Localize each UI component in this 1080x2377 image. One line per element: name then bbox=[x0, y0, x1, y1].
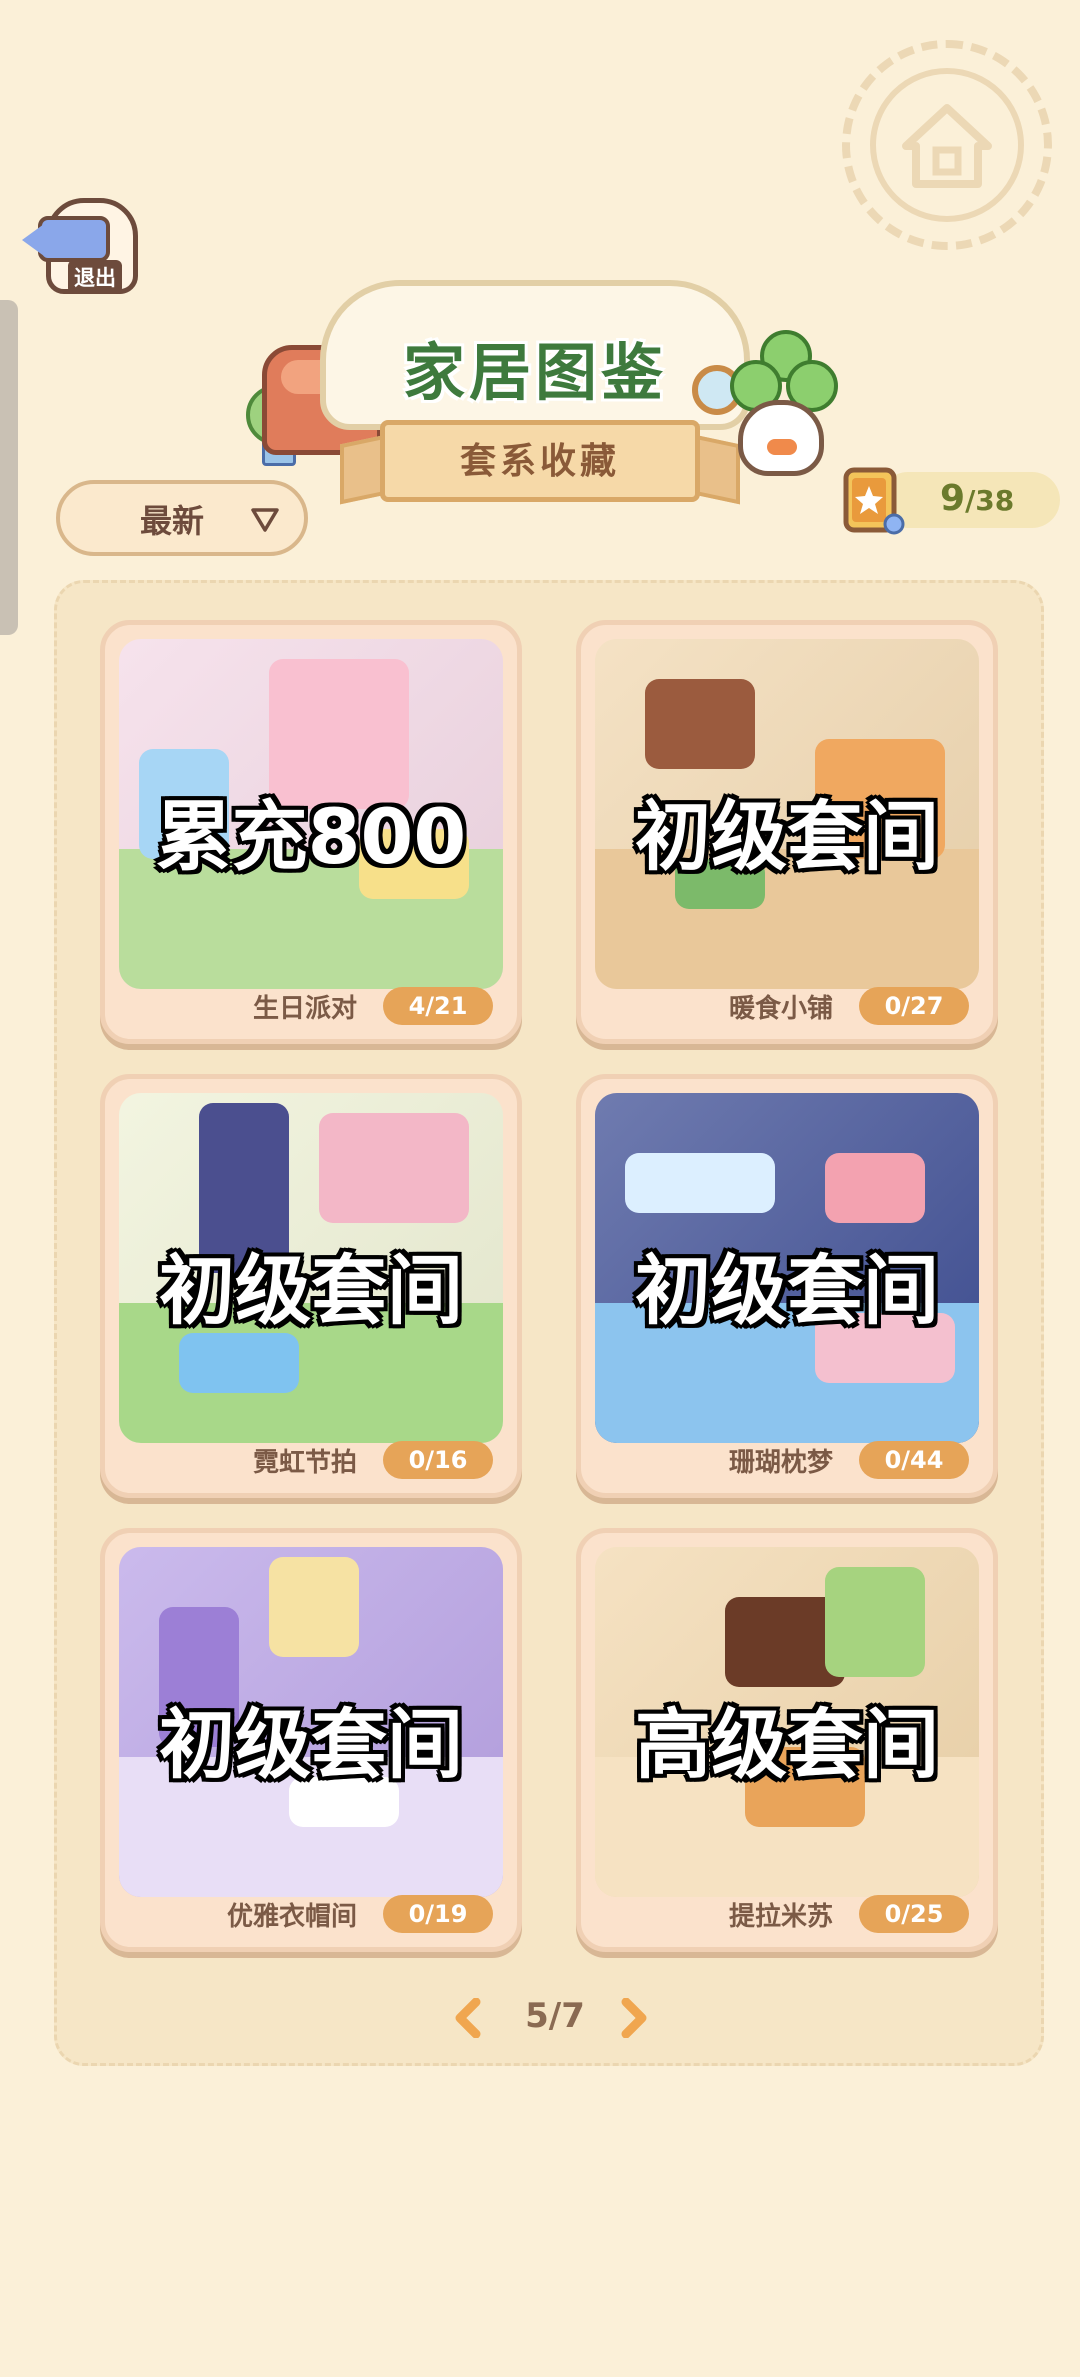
page-indicator: 5/7 bbox=[525, 1996, 585, 2036]
next-page-arrow-icon[interactable] bbox=[618, 1998, 650, 2038]
set-card[interactable]: 初级套间 暖食小铺 0/27 bbox=[576, 620, 998, 1044]
set-card-name: 提拉米苏 bbox=[728, 1902, 833, 1932]
chick-mascot-icon bbox=[738, 400, 824, 476]
album-book-icon bbox=[843, 467, 905, 535]
exit-label: 退出 bbox=[68, 260, 122, 294]
exit-button[interactable]: 退出 bbox=[22, 190, 146, 302]
set-card-name: 暖食小铺 bbox=[728, 994, 833, 1024]
set-card-progress: 0/44 bbox=[859, 1441, 969, 1479]
set-card-tag: 累充800 bbox=[155, 792, 467, 881]
page-subtitle: 套系收藏 bbox=[459, 441, 620, 482]
set-card-progress: 0/25 bbox=[859, 1895, 969, 1933]
set-card-progress: 0/16 bbox=[383, 1441, 493, 1479]
set-card-tag: 高级套间 bbox=[635, 1700, 939, 1789]
set-card[interactable]: 累充800 生日派对 4/21 bbox=[100, 620, 522, 1044]
set-card-name: 珊瑚枕梦 bbox=[728, 1448, 833, 1478]
previous-page-arrow-icon[interactable] bbox=[452, 1998, 484, 2038]
set-card-progress: 0/19 bbox=[383, 1895, 493, 1933]
page-title: 家居图鉴 bbox=[402, 336, 667, 409]
back-arrow-icon bbox=[22, 216, 110, 262]
collection-count: 9/38 bbox=[940, 478, 1014, 519]
home-icon[interactable] bbox=[842, 40, 1052, 250]
sort-selected-label: 最新 bbox=[140, 502, 205, 540]
set-card-name: 生日派对 bbox=[252, 994, 357, 1024]
chevron-down-icon bbox=[251, 508, 279, 532]
set-card-tag: 初级套间 bbox=[159, 1246, 463, 1335]
set-card[interactable]: 初级套间 霓虹节拍 0/16 bbox=[100, 1074, 522, 1498]
set-card-name: 优雅衣帽间 bbox=[226, 1902, 357, 1932]
set-card[interactable]: 初级套间 优雅衣帽间 0/19 bbox=[100, 1528, 522, 1952]
set-card-progress: 0/27 bbox=[859, 987, 969, 1025]
total-count: /38 bbox=[965, 484, 1015, 517]
set-card[interactable]: 初级套间 珊瑚枕梦 0/44 bbox=[576, 1074, 998, 1498]
set-card-name: 霓虹节拍 bbox=[252, 1448, 357, 1478]
screen-edge-handle bbox=[0, 300, 18, 635]
set-card[interactable]: 高级套间 提拉米苏 0/25 bbox=[576, 1528, 998, 1952]
set-card-tag: 初级套间 bbox=[635, 1246, 939, 1335]
set-card-progress: 4/21 bbox=[383, 987, 493, 1025]
set-card-tag: 初级套间 bbox=[159, 1700, 463, 1789]
set-card-tag: 初级套间 bbox=[635, 792, 939, 881]
collected-count: 9 bbox=[940, 478, 966, 519]
